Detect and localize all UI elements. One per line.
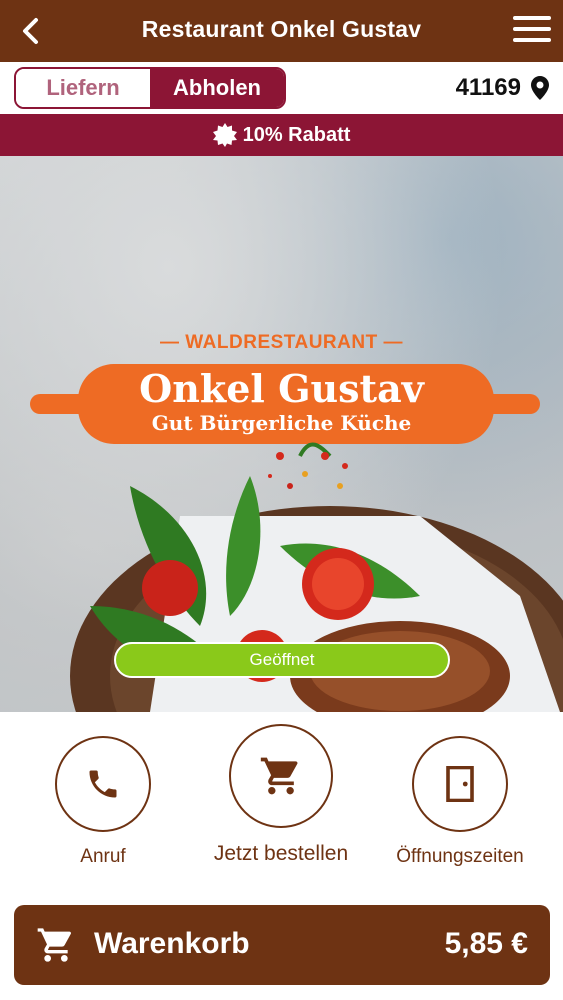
phone-icon bbox=[89, 770, 117, 798]
door-icon bbox=[446, 766, 474, 802]
order-now-action[interactable]: Jetzt bestellen bbox=[181, 724, 381, 866]
zip-code: 41169 bbox=[455, 74, 521, 101]
cart-button[interactable]: Warenkorb 5,85 € bbox=[14, 905, 550, 985]
open-status-badge: Geöffnet bbox=[114, 642, 450, 678]
quick-actions: Anruf Jetzt bestellen Öffnungszeiten bbox=[0, 712, 563, 902]
brand-name: Onkel Gustav bbox=[139, 366, 424, 411]
mode-option-delivery[interactable]: Liefern bbox=[16, 69, 150, 107]
promo-banner[interactable]: 10% Rabatt bbox=[0, 114, 563, 156]
opening-hours-label: Öffnungszeiten bbox=[396, 846, 524, 867]
call-label: Anruf bbox=[80, 846, 126, 867]
app-header: Restaurant Onkel Gustav bbox=[0, 0, 563, 62]
promo-text: 10% Rabatt bbox=[242, 123, 351, 146]
order-now-button[interactable] bbox=[229, 724, 333, 828]
shopping-cart-icon bbox=[260, 757, 298, 795]
page-title: Restaurant Onkel Gustav bbox=[141, 16, 422, 42]
mode-bar: Liefern Abholen 41169 bbox=[0, 62, 563, 114]
discount-badge-icon bbox=[212, 123, 237, 147]
mode-option-pickup[interactable]: Abholen bbox=[150, 69, 284, 107]
shopping-cart-icon bbox=[37, 928, 71, 962]
cart-total: 5,85 € bbox=[444, 927, 528, 960]
brand-tagline: — WALDRESTAURANT — bbox=[160, 332, 403, 353]
call-action[interactable]: Anruf bbox=[3, 736, 203, 868]
hamburger-menu-icon[interactable] bbox=[513, 16, 551, 46]
brand-subtitle: Gut Bürgerliche Küche bbox=[151, 411, 412, 435]
order-now-label: Jetzt bestellen bbox=[213, 842, 349, 865]
restaurant-hero-image: — WALDRESTAURANT — Onkel Gustav Gut Bürg… bbox=[0, 156, 563, 712]
opening-hours-action[interactable]: Öffnungszeiten bbox=[360, 736, 560, 868]
map-pin-icon bbox=[531, 76, 549, 100]
delivery-mode-toggle: Liefern Abholen bbox=[14, 67, 286, 109]
cart-label: Warenkorb bbox=[94, 927, 250, 960]
opening-hours-button[interactable] bbox=[412, 736, 508, 832]
location-selector[interactable]: 41169 bbox=[456, 74, 549, 102]
call-button[interactable] bbox=[55, 736, 151, 832]
